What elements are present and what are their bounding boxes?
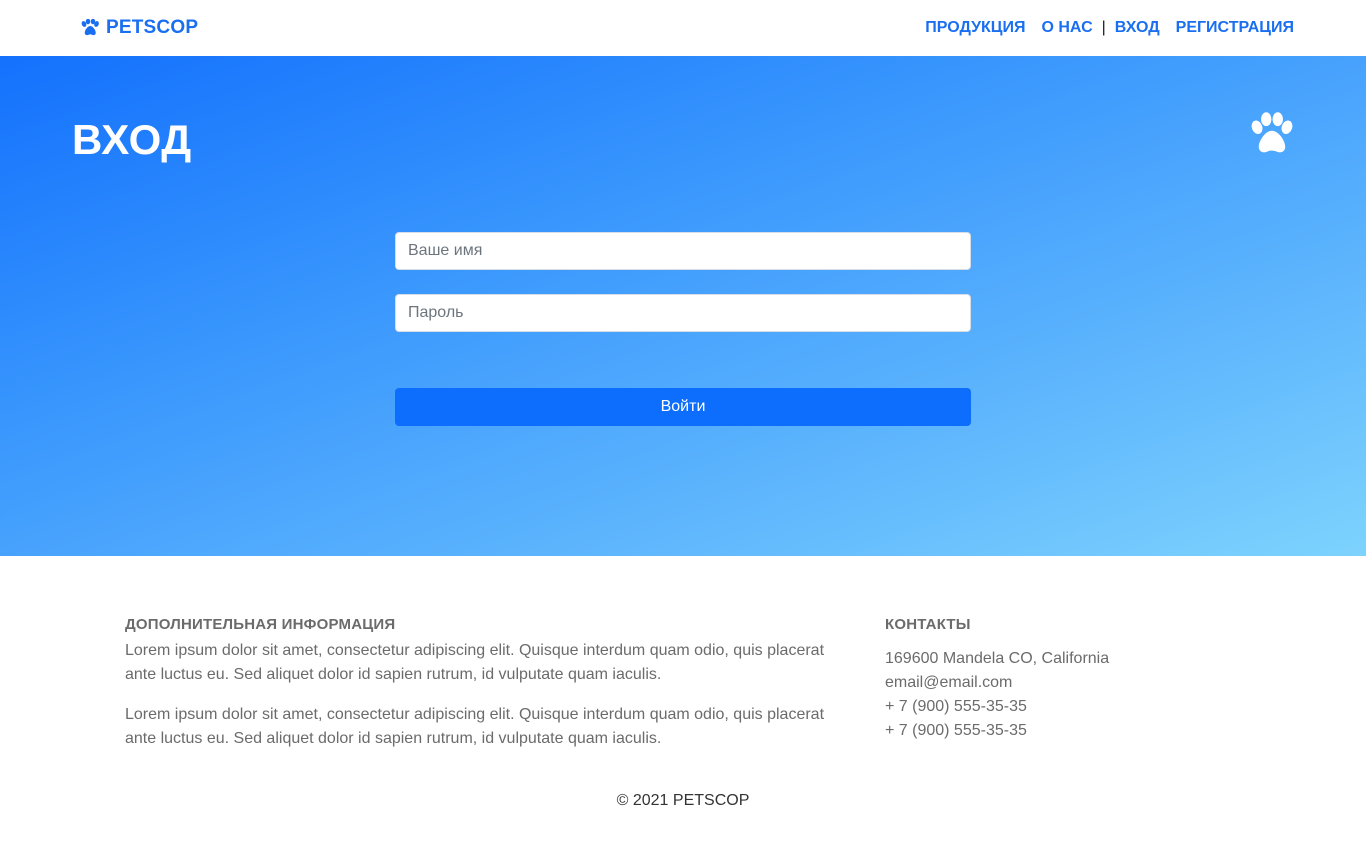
contacts-heading: КОНТАКТЫ: [885, 616, 971, 633]
info-paragraph: Lorem ipsum dolor sit amet, consectetur …: [125, 706, 825, 747]
nav-products-link[interactable]: ПРОДУКЦИЯ: [925, 19, 1025, 37]
paw-icon: [1249, 112, 1295, 154]
copyright: © 2021 PETSCOP: [616, 792, 750, 809]
paw-icon: [80, 19, 100, 37]
password-field[interactable]: [395, 294, 971, 332]
main-nav: ПРОДУКЦИЯ О НАС | ВХОД РЕГИСТРАЦИЯ: [925, 18, 1294, 38]
nav-about-link[interactable]: О НАС: [1041, 19, 1092, 37]
contact-email: email@email.com: [885, 674, 1013, 691]
login-hero: ВХОД Войти: [0, 56, 1366, 556]
navbar: PETSCOP ПРОДУКЦИЯ О НАС | ВХОД РЕГИСТРАЦ…: [0, 0, 1366, 56]
login-button[interactable]: Войти: [395, 388, 971, 426]
nav-login-link[interactable]: ВХОД: [1115, 19, 1160, 37]
nav-register-link[interactable]: РЕГИСТРАЦИЯ: [1176, 19, 1294, 37]
footer: ДОПОЛНИТЕЛЬНАЯ ИНФОРМАЦИЯ Lorem ipsum do…: [0, 556, 1366, 865]
contact-address: 169600 Mandela CO, California: [885, 650, 1110, 667]
info-heading: ДОПОЛНИТЕЛЬНАЯ ИНФОРМАЦИЯ: [125, 616, 396, 633]
contact-phone: + 7 (900) 555-35-35: [885, 722, 1027, 739]
contact-phone: + 7 (900) 555-35-35: [885, 698, 1027, 715]
brand-link[interactable]: PETSCOP: [80, 17, 198, 39]
login-form: Войти: [395, 232, 971, 426]
name-field[interactable]: [395, 232, 971, 270]
info-paragraph: Lorem ipsum dolor sit amet, consectetur …: [125, 642, 825, 683]
contacts: КОНТАКТЫ 169600 Mandela CO, California e…: [885, 616, 1265, 743]
brand-name: PETSCOP: [106, 17, 199, 38]
nav-separator: |: [1101, 19, 1106, 36]
page-title: ВХОД: [72, 116, 192, 163]
contacts-list: 169600 Mandela CO, California email@emai…: [885, 647, 1265, 743]
additional-info: ДОПОЛНИТЕЛЬНАЯ ИНФОРМАЦИЯ Lorem ipsum do…: [125, 616, 830, 751]
